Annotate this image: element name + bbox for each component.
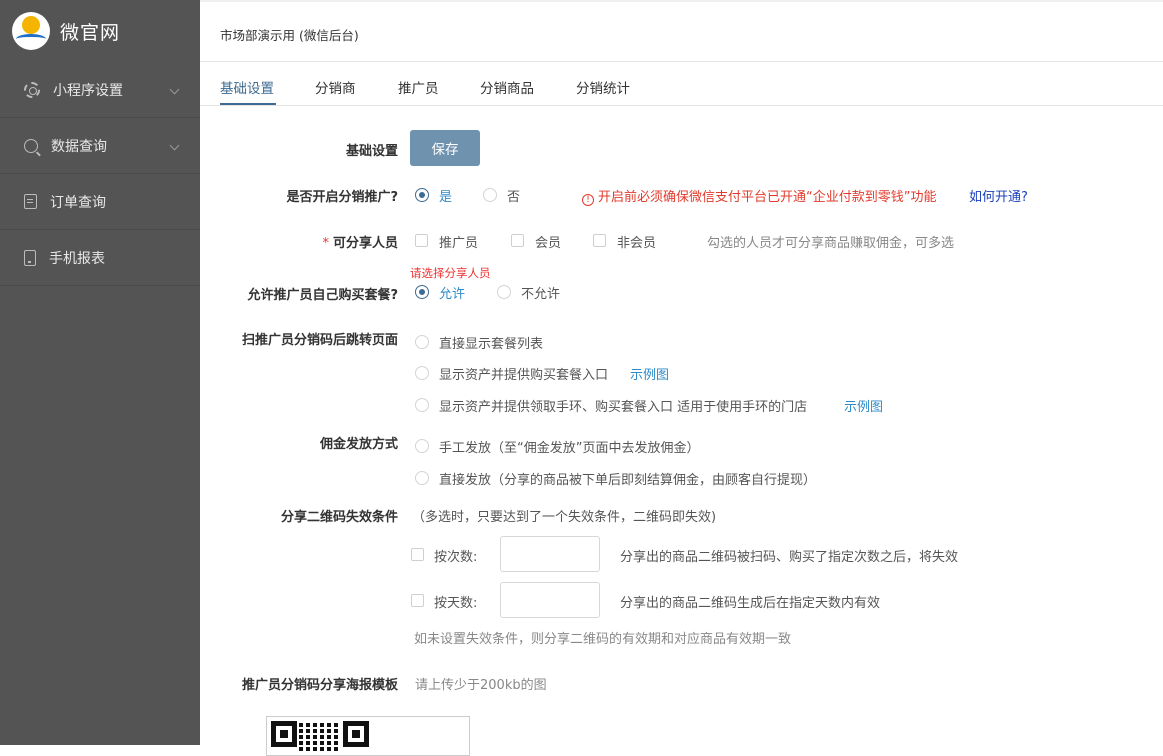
disallow-label[interactable]: 不允许 <box>521 283 560 302</box>
logo-text: 微官网 <box>60 21 121 44</box>
disallow-radio[interactable] <box>497 285 511 299</box>
tab-bar: 基础设置 分销商 推广员 分销商品 分销统计 <box>200 62 1163 106</box>
allow-radio[interactable] <box>415 285 429 299</box>
member-label[interactable]: 会员 <box>535 232 561 251</box>
redirect-option-1-radio[interactable] <box>415 335 429 349</box>
redirect-option-3-radio[interactable] <box>415 398 429 412</box>
share-people-label: * 可分享人员 <box>322 236 398 251</box>
save-button[interactable]: 保存 <box>410 130 480 166</box>
commission-direct-label[interactable]: 直接发放（分享的商品被下单后即刻结算佣金，由顾客自行提现） <box>439 469 816 488</box>
by-days-desc: 分享出的商品二维码生成后在指定天数内有效 <box>620 596 881 611</box>
chevron-down-icon <box>169 140 180 151</box>
search-icon <box>24 138 38 153</box>
warning-icon: ! <box>582 194 594 206</box>
sidebar-item-label: 手机报表 <box>49 250 105 267</box>
sidebar: 微官网 小程序设置 数据查询 订单查询 手机报表 <box>0 0 200 745</box>
tab-basic-settings[interactable]: 基础设置 <box>220 77 274 97</box>
logo[interactable]: 微官网 <box>0 0 200 62</box>
promoter-checkbox[interactable] <box>415 234 428 247</box>
enable-yes-radio[interactable] <box>415 188 429 202</box>
sidebar-item-data-query[interactable]: 数据查询 <box>0 118 200 174</box>
promoter-label[interactable]: 推广员 <box>439 232 478 251</box>
distribution-warning: ! 开启前必须确保微信支付平台已开通“企业付款到零钱”功能 <box>582 186 936 206</box>
allow-label[interactable]: 允许 <box>439 283 465 302</box>
redirect-option-3-example-link[interactable]: 示例图 <box>844 396 883 415</box>
by-days-checkbox[interactable] <box>411 594 424 607</box>
sidebar-item-label: 数据查询 <box>51 138 107 155</box>
poster-qr-preview[interactable] <box>266 716 470 756</box>
share-people-error: 请选择分享人员 <box>410 266 491 280</box>
sidebar-item-label: 小程序设置 <box>53 82 123 99</box>
gear-icon <box>24 81 40 98</box>
redirect-option-2-example-link[interactable]: 示例图 <box>630 364 669 383</box>
non-member-checkbox[interactable] <box>593 234 606 247</box>
redirect-option-2-radio[interactable] <box>415 366 429 380</box>
non-member-label[interactable]: 非会员 <box>617 232 656 251</box>
enable-yes-label[interactable]: 是 <box>439 186 452 205</box>
enable-no-radio[interactable] <box>483 188 497 202</box>
active-tab-indicator <box>220 103 276 105</box>
by-days-input[interactable] <box>500 582 600 618</box>
redirect-option-1-label[interactable]: 直接显示套餐列表 <box>439 333 543 352</box>
by-count-input[interactable] <box>500 536 600 572</box>
qr-expiry-footnote: 如未设置失效条件，则分享二维码的有效期和对应商品有效期一致 <box>414 632 792 647</box>
basic-settings-label: 基础设置 <box>345 144 398 159</box>
sidebar-item-label: 订单查询 <box>50 194 106 211</box>
how-to-enable-link[interactable]: 如何开通? <box>969 186 1028 205</box>
sidebar-item-mobile-report[interactable]: 手机报表 <box>0 230 200 286</box>
logo-icon <box>12 12 50 50</box>
commission-manual-label[interactable]: 手工发放（至“佣金发放”页面中去发放佣金） <box>439 437 699 456</box>
sidebar-item-order-query[interactable]: 订单查询 <box>0 174 200 230</box>
share-people-hint: 勾选的人员才可分享商品赚取佣金，可多选 <box>707 236 955 251</box>
redirect-option-2-label[interactable]: 显示资产并提供购买套餐入口 <box>439 364 608 383</box>
self-purchase-label: 允许推广员自己购买套餐? <box>247 288 398 303</box>
commission-label: 佣金发放方式 <box>319 437 398 452</box>
tab-distributors[interactable]: 分销商 <box>315 77 356 97</box>
tab-promoters[interactable]: 推广员 <box>398 77 439 97</box>
document-icon <box>24 194 37 209</box>
poster-upload-hint: 请上传少于200kb的图 <box>415 678 547 693</box>
tab-distribution-products[interactable]: 分销商品 <box>480 77 534 97</box>
sidebar-item-miniprogram-settings[interactable]: 小程序设置 <box>0 62 200 118</box>
chevron-down-icon <box>169 84 180 95</box>
qr-code-icon <box>271 721 297 747</box>
redirect-page-label: 扫推广员分销码后跳转页面 <box>241 333 398 348</box>
poster-template-label: 推广员分销码分享海报模板 <box>241 678 398 693</box>
redirect-option-3-label[interactable]: 显示资产并提供领取手环、购买套餐入口 适用于使用手环的门店 <box>439 396 807 415</box>
commission-manual-radio[interactable] <box>415 439 429 453</box>
by-count-desc: 分享出的商品二维码被扫码、购买了指定次数之后，将失效 <box>620 550 959 565</box>
qr-expiry-note: （多选时，只要达到了一个失效条件，二维码即失效) <box>412 510 717 525</box>
enable-distribution-label: 是否开启分销推广? <box>286 190 398 205</box>
member-checkbox[interactable] <box>511 234 524 247</box>
tab-distribution-stats[interactable]: 分销统计 <box>576 77 630 97</box>
by-count-label[interactable]: 按次数: <box>434 546 477 565</box>
by-days-label[interactable]: 按天数: <box>434 592 477 611</box>
header: 市场部演示用 (微信后台) <box>200 0 1163 62</box>
qr-expiry-label: 分享二维码失效条件 <box>280 510 398 525</box>
page-title: 市场部演示用 (微信后台) <box>220 28 359 43</box>
phone-icon <box>24 249 36 266</box>
enable-no-label[interactable]: 否 <box>507 186 520 205</box>
commission-direct-radio[interactable] <box>415 471 429 485</box>
by-count-checkbox[interactable] <box>411 548 424 561</box>
